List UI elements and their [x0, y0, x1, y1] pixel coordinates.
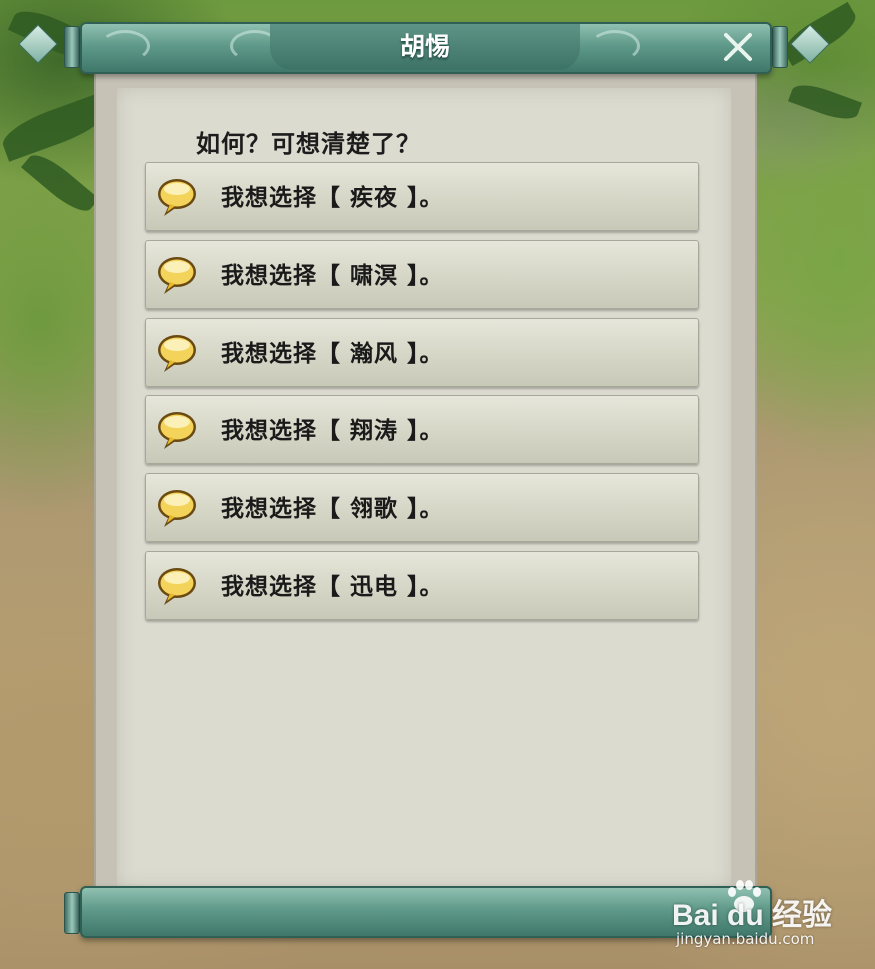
speech-bubble-icon	[158, 179, 196, 216]
ornament-swirl	[590, 30, 640, 62]
dialog-prompt: 如何？可想清楚了？	[196, 130, 421, 158]
speech-bubble-icon	[158, 335, 196, 372]
ornament-swirl	[100, 30, 150, 62]
option-label: 我想选择【 啸溟 】。	[221, 263, 444, 289]
scroll-knob-right	[772, 26, 788, 68]
dialog-option[interactable]: 我想选择【 翎歌 】。	[145, 473, 699, 542]
option-label: 我想选择【 翎歌 】。	[221, 496, 444, 522]
dialog-title: 胡惕	[399, 32, 450, 61]
speech-bubble-icon	[158, 412, 196, 449]
close-x-icon	[724, 33, 752, 61]
dialog-option[interactable]: 我想选择【 疾夜 】。	[145, 162, 699, 231]
watermark-brand: Bai du 经验	[672, 899, 833, 932]
foliage	[788, 78, 862, 126]
dialog-option[interactable]: 我想选择【 啸溟 】。	[145, 240, 699, 309]
speech-bubble-icon	[158, 490, 196, 527]
watermark-site: jingyan.baidu.com	[676, 930, 815, 948]
speech-bubble-icon	[158, 257, 196, 294]
option-label: 我想选择【 迅电 】。	[221, 574, 444, 600]
dialog-option[interactable]: 我想选择【 迅电 】。	[145, 551, 699, 620]
scroll-knob-left	[64, 892, 80, 934]
option-label: 我想选择【 翔涛 】。	[221, 418, 444, 444]
baidu-watermark: Bai du 经验 jingyan.baidu.com	[672, 878, 872, 958]
scroll-bottom-roller	[80, 886, 772, 938]
option-label: 我想选择【 瀚风 】。	[221, 341, 444, 367]
dialog-option[interactable]: 我想选择【 瀚风 】。	[145, 318, 699, 387]
scroll-knob-left	[64, 26, 80, 68]
option-label: 我想选择【 疾夜 】。	[221, 185, 444, 211]
speech-bubble-icon	[158, 568, 196, 605]
foliage	[21, 147, 99, 219]
dialog-option[interactable]: 我想选择【 翔涛 】。	[145, 395, 699, 464]
close-button[interactable]	[718, 28, 758, 66]
